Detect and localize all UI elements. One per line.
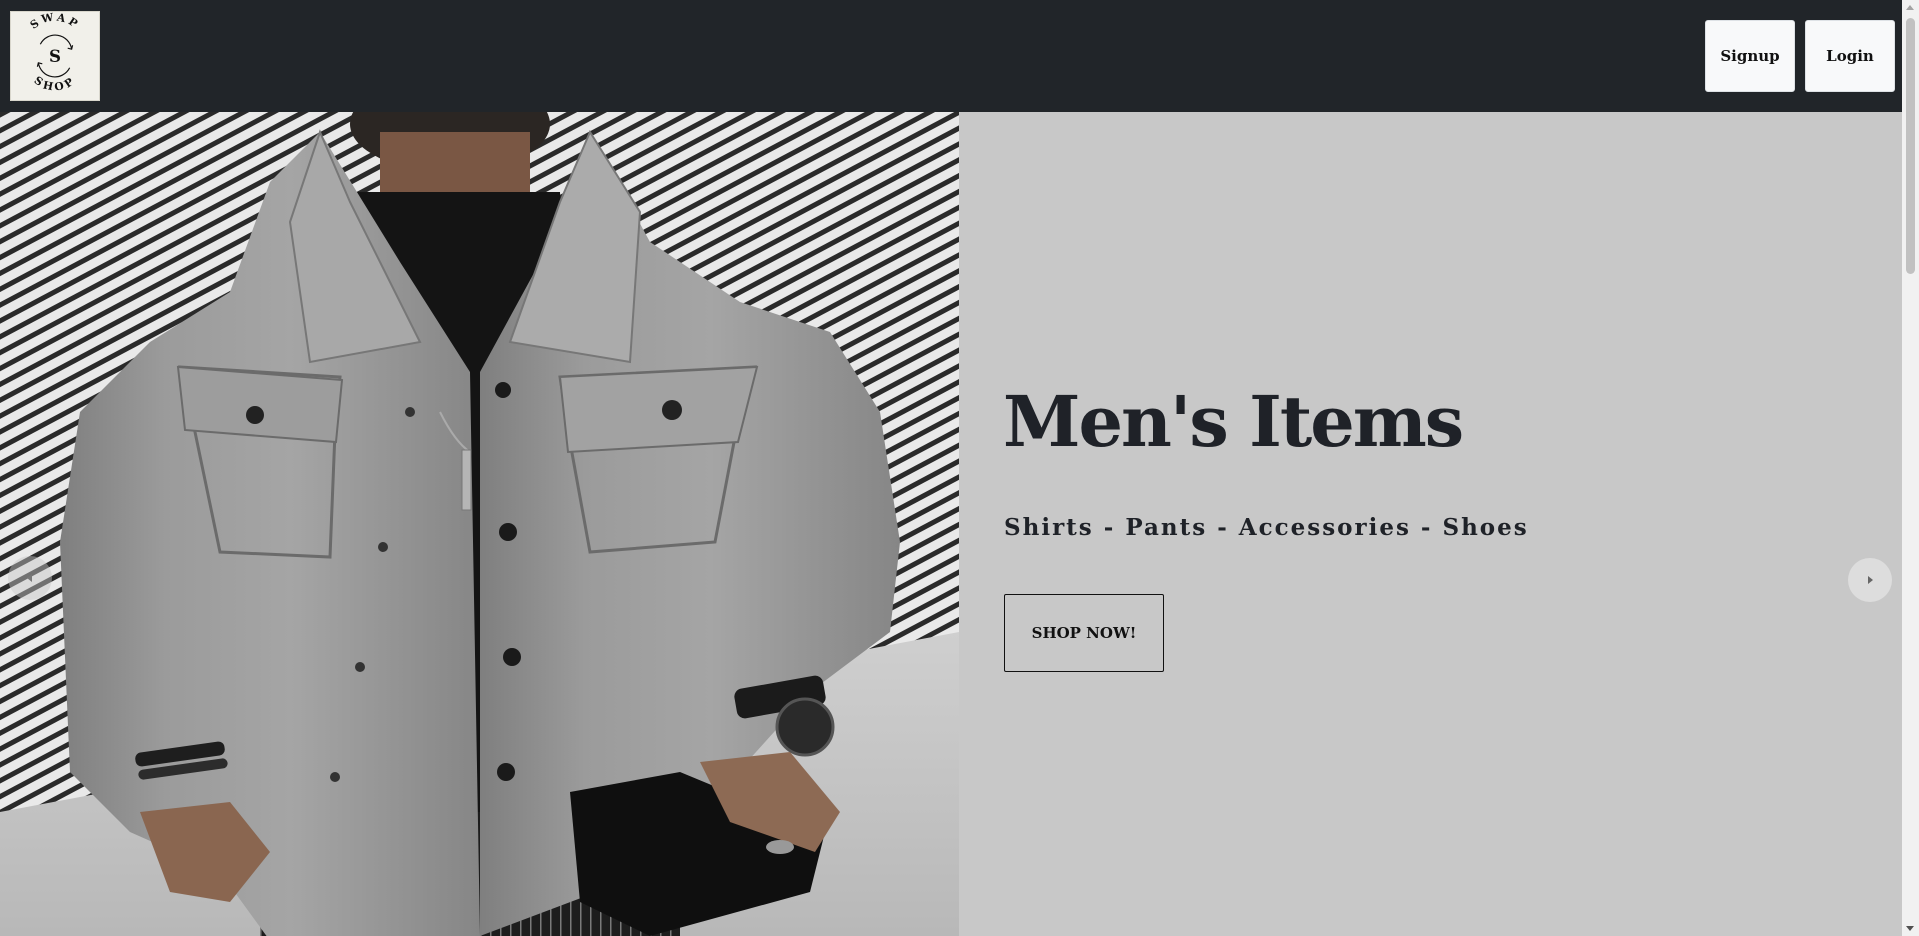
logo-center-letter: S <box>49 46 61 66</box>
chevron-left-icon <box>27 574 32 582</box>
login-button[interactable]: Login <box>1805 20 1895 92</box>
top-navbar: SWAP SHOP S Signup Login <box>0 0 1902 112</box>
swap-shop-logo-graphic: SWAP SHOP S <box>28 12 83 94</box>
hero-carousel: Men's Items Shirts - Pants - Accessories… <box>0 112 1902 936</box>
man-in-grey-jacket-photo <box>0 112 959 936</box>
hero-image <box>0 112 959 936</box>
scroll-down-arrow-icon[interactable] <box>1906 926 1914 931</box>
scroll-up-arrow-icon[interactable] <box>1906 5 1914 10</box>
page-scrollbar[interactable] <box>1902 0 1919 936</box>
logo-top-text: SWAP <box>28 12 80 32</box>
svg-text:SWAP: SWAP <box>28 12 83 32</box>
hero-title: Men's Items <box>1003 380 1464 463</box>
carousel-prev-button[interactable] <box>8 556 52 600</box>
chevron-right-icon <box>1868 576 1873 584</box>
swap-shop-logo[interactable]: SWAP SHOP S <box>10 11 100 101</box>
carousel-next-button[interactable] <box>1848 558 1892 602</box>
scrollbar-thumb[interactable] <box>1906 18 1915 274</box>
hero-subtitle: Shirts - Pants - Accessories - Shoes <box>1004 514 1529 541</box>
shop-now-button[interactable]: SHOP NOW! <box>1004 594 1164 672</box>
signup-button[interactable]: Signup <box>1705 20 1795 92</box>
